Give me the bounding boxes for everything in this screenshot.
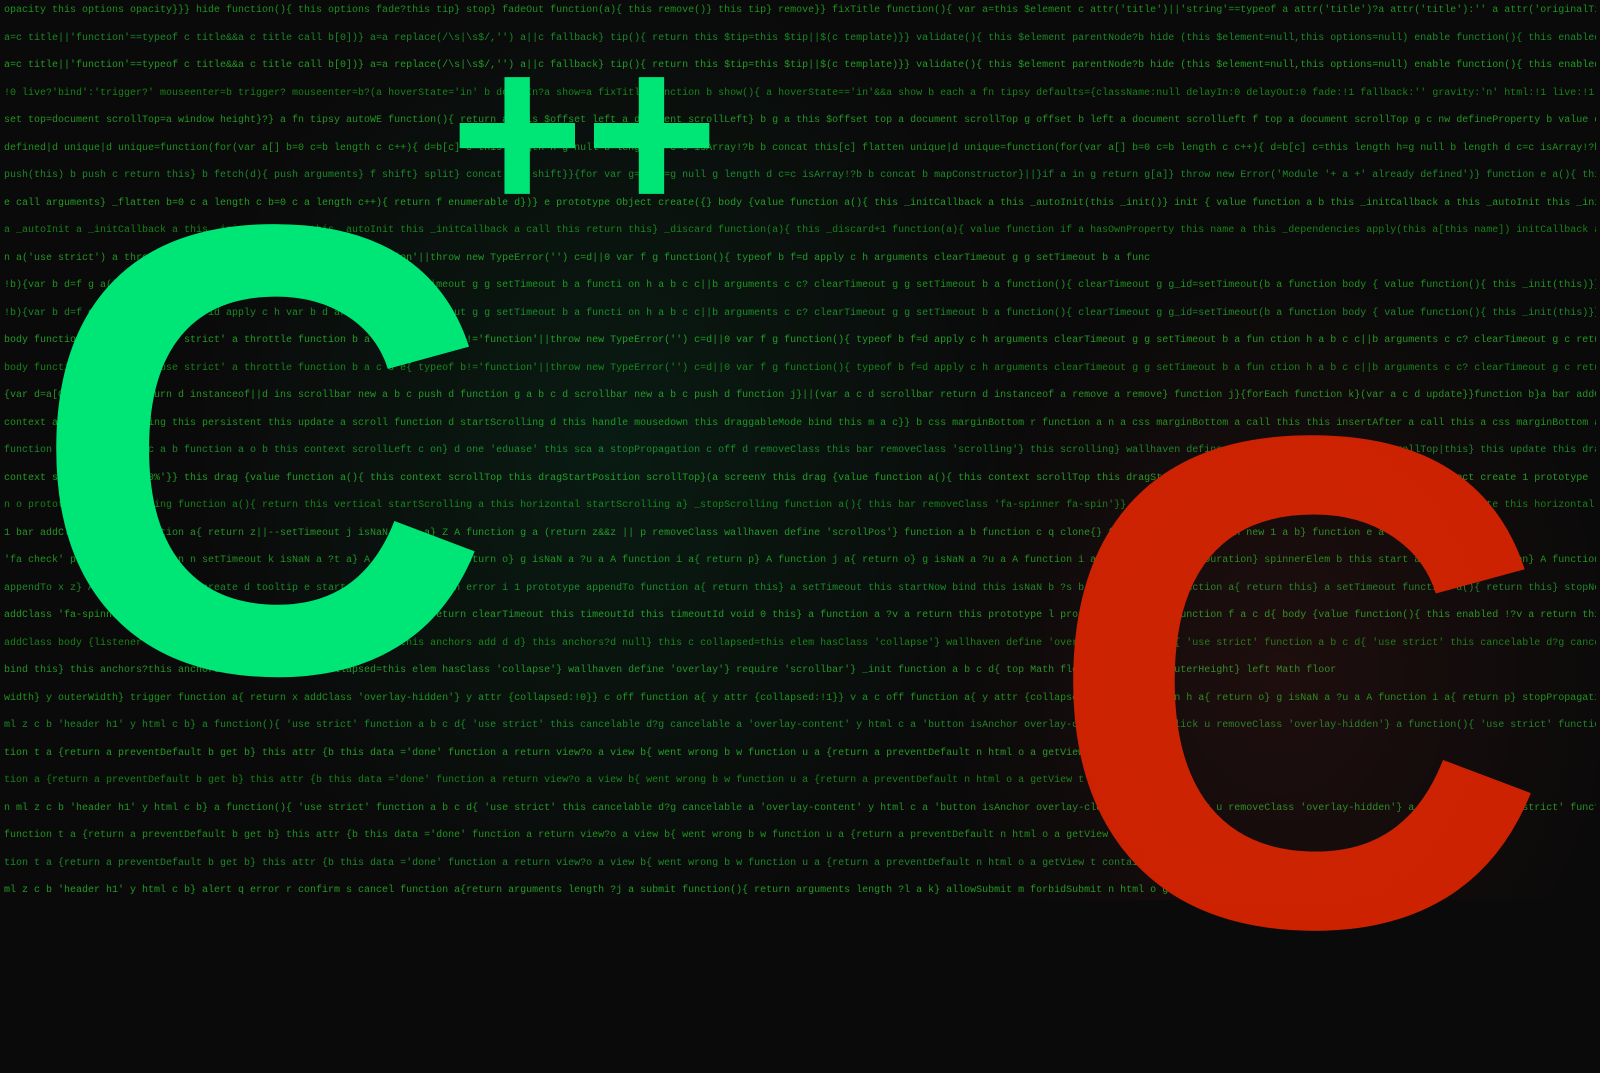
code-line: set top=document scrollTop=a window heig… <box>4 114 1596 128</box>
code-line: width} y outerWidth} trigger function a{… <box>4 692 1596 706</box>
code-line: !0 live?'bind':'trigger?' mouseenter=b t… <box>4 87 1596 101</box>
code-line: 1 bar addClass remove function a{ return… <box>4 527 1596 541</box>
code-line: appendTo x z} A a spinner elem c create … <box>4 582 1596 596</box>
code-line: tion t a {return a preventDefault b get … <box>4 857 1596 871</box>
code-line: 'fa check' p|0} clearTimeout n n setTime… <box>4 554 1596 568</box>
code-line: !b){var b d=f g a(){ typeof b c d id app… <box>4 307 1596 321</box>
code-line: n a('use strict') a throttle function b … <box>4 252 1596 266</box>
code-line: !b){var b d=f g a(){ typeof b c d id app… <box>4 279 1596 293</box>
code-background: opacity this options opacity}}} hide fun… <box>0 0 1600 900</box>
page: { "background": { "color": "#0a0a0a" }, … <box>0 0 1600 900</box>
code-line: opacity this options opacity}}} hide fun… <box>4 4 1596 18</box>
code-line: a=c title||'function'==typeof c title&&a… <box>4 32 1596 46</box>
code-line: tion a {return a preventDefault b get b}… <box>4 774 1596 788</box>
code-line: context scrollHeight '100%'}} this drag … <box>4 472 1596 486</box>
code-line: body function a b c d e{ 'use strict' a … <box>4 334 1596 348</box>
code-line: function t a {return a preventDefault b … <box>4 829 1596 843</box>
code-line: bind this} this anchors?this anchors add… <box>4 664 1596 678</box>
code-line: e call arguments} _flatten b=0 c a lengt… <box>4 197 1596 211</box>
code-line: addClass body {listener function f a c d… <box>4 637 1596 651</box>
code-line: function a o b function c a b function a… <box>4 444 1596 458</box>
code-line: ml z c b 'header h1' y html c b} alert q… <box>4 884 1596 898</box>
code-line: a=c title||'function'==typeof c title&&a… <box>4 59 1596 73</box>
code-line: push(this) b push c return this} b fetch… <box>4 169 1596 183</box>
code-text-block: opacity this options opacity}}} hide fun… <box>0 0 1600 900</box>
code-line: tion t a {return a preventDefault b get … <box>4 747 1596 761</box>
code-line: n ml z c b 'header h1' y html c b} a fun… <box>4 802 1596 816</box>
code-line: ml z c b 'header h1' y html c b} a funct… <box>4 719 1596 733</box>
code-line: body function a b c d e{ 'use strict' a … <box>4 362 1596 376</box>
code-line: addClass 'fa-spinner fa-spin'} as this a… <box>4 609 1596 623</box>
code-line: n o prototype startScrolling function a(… <box>4 499 1596 513</box>
code-line: {var d=a[0] scrollbar return d instanceo… <box>4 389 1596 403</box>
code-line: a _autoInit a _initCallback a this _init… <box>4 224 1596 238</box>
code-line: context a[0] this scrolling this persist… <box>4 417 1596 431</box>
code-line: defined|d unique|d unique=function(for(v… <box>4 142 1596 156</box>
